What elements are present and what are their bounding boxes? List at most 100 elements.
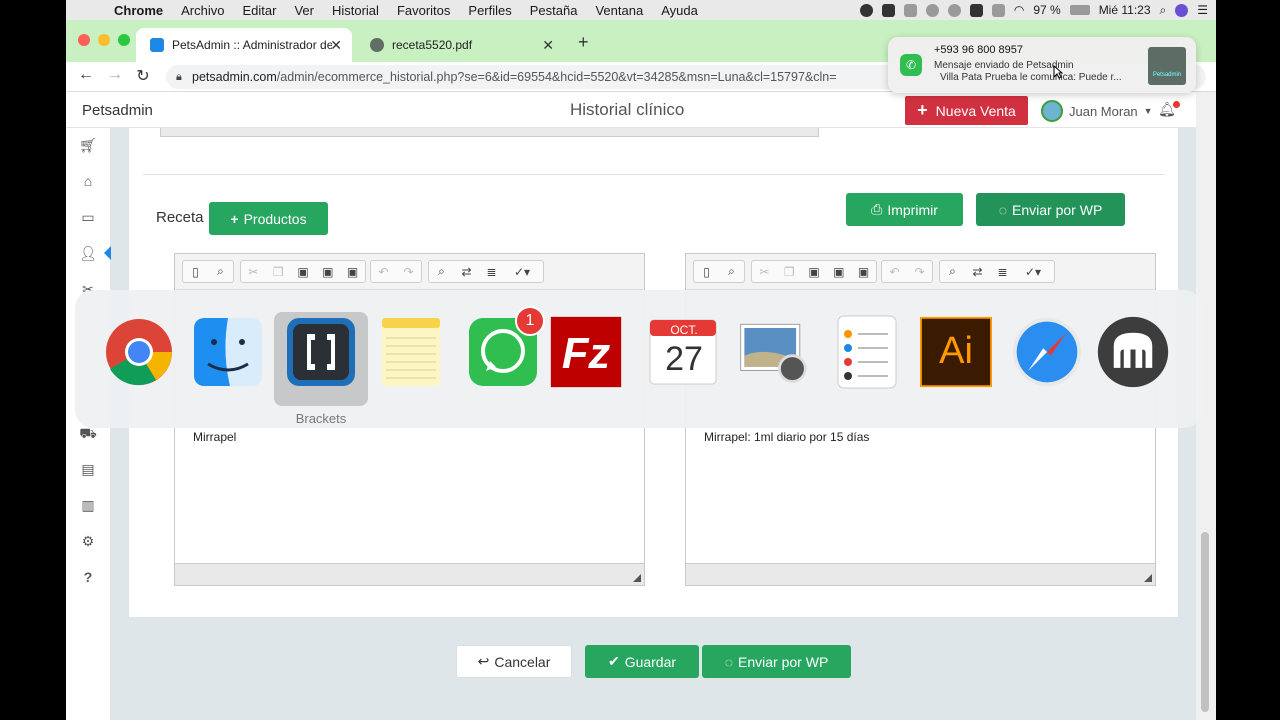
airplay-icon[interactable]	[991, 3, 1005, 17]
reload-icon[interactable]: ↻	[132, 66, 154, 86]
macos-dock: Brackets 1 Fz OCT. 27 Ai	[75, 290, 1202, 428]
zoom-window-button[interactable]	[118, 34, 130, 46]
preview-icon[interactable]: ⌕	[719, 264, 744, 279]
new-doc-icon[interactable]: ▯	[183, 265, 208, 279]
select-all-icon[interactable]: ≣	[990, 265, 1015, 279]
replace-icon[interactable]: ⇄	[454, 265, 479, 279]
dock-safari[interactable]	[1011, 316, 1083, 388]
siri-icon[interactable]	[1175, 3, 1189, 17]
dock-brackets[interactable]	[285, 316, 357, 388]
sync-icon[interactable]	[925, 3, 939, 17]
redo-icon[interactable]: ↷	[396, 265, 421, 279]
print-icon: ⎙	[871, 201, 883, 217]
undo-icon[interactable]: ↶	[882, 265, 907, 279]
spellcheck-icon[interactable]: ✓▾	[1015, 265, 1051, 279]
gear-icon[interactable]: ⚙	[79, 532, 97, 550]
nueva-venta-button[interactable]: + Nueva Venta	[905, 96, 1028, 125]
close-tab-icon[interactable]: ✕	[330, 37, 342, 54]
cancelar-button[interactable]: ↩ Cancelar	[456, 645, 572, 678]
window-icon[interactable]	[903, 3, 917, 17]
replace-icon[interactable]: ⇄	[965, 265, 990, 279]
users-icon[interactable]: 👤︎	[79, 244, 97, 262]
cart-icon[interactable]: 🛒︎	[79, 136, 97, 154]
onedrive-icon[interactable]	[947, 3, 961, 17]
menu-ayuda[interactable]: Ayuda	[661, 3, 698, 18]
bell-icon[interactable]: 🔔︎	[1158, 101, 1180, 118]
spotlight-icon[interactable]: ⌕	[1160, 3, 1167, 18]
record-icon[interactable]	[859, 3, 873, 17]
menu-ventana[interactable]: Ventana	[595, 3, 643, 18]
close-window-button[interactable]	[78, 34, 90, 46]
book-icon[interactable]: ▤	[79, 460, 97, 478]
menu-perfiles[interactable]: Perfiles	[468, 3, 511, 18]
cut-icon[interactable]: ✂	[752, 265, 777, 279]
dock-reminders[interactable]	[830, 315, 902, 389]
dock-finder[interactable]	[192, 316, 264, 388]
menu-archivo[interactable]: Archivo	[181, 3, 224, 18]
menu-pestana[interactable]: Pestaña	[530, 3, 578, 18]
wifi-icon[interactable]: ◠	[1014, 3, 1024, 17]
copy-icon[interactable]: ❐	[777, 265, 802, 279]
resize-grip-icon[interactable]	[1144, 574, 1152, 582]
store-icon[interactable]: ⌂	[79, 172, 97, 190]
menu-favoritos[interactable]: Favoritos	[397, 3, 450, 18]
dock-preview[interactable]	[737, 316, 809, 388]
scrollbar-thumb[interactable]	[1201, 532, 1209, 712]
dock-chrome[interactable]	[103, 316, 175, 388]
menu-ver[interactable]: Ver	[294, 3, 314, 18]
dock-calendar[interactable]: OCT. 27	[648, 316, 720, 388]
dock-filezilla[interactable]: Fz	[550, 316, 622, 388]
clock[interactable]: Mié 11:23	[1099, 3, 1151, 17]
dock-sequel-pro[interactable]	[1097, 316, 1169, 388]
notification-sender: +593 96 800 8957	[934, 44, 1024, 56]
whatsapp-notification[interactable]: ✆ +593 96 800 8957 Mensaje enviado de Pe…	[888, 37, 1196, 93]
user-name: Juan Moran	[1069, 103, 1138, 119]
money-icon[interactable]: ▭	[79, 208, 97, 226]
guardar-button[interactable]: ✔ Guardar	[585, 645, 699, 678]
add-productos-button[interactable]: + Productos	[209, 202, 328, 235]
enviar-wp-top-button[interactable]: ◌ Enviar por WP	[976, 193, 1125, 226]
resize-grip-icon[interactable]	[633, 574, 641, 582]
cut-icon[interactable]: ✂	[241, 265, 266, 279]
menu-editar[interactable]: Editar	[242, 3, 276, 18]
paste-word-icon[interactable]: ▣	[340, 265, 365, 279]
paste-text-icon[interactable]: ▣	[826, 265, 851, 279]
dock-illustrator[interactable]: Ai	[920, 316, 992, 388]
control-center-icon[interactable]: ☰	[1197, 3, 1208, 17]
dock-notes[interactable]	[375, 316, 447, 388]
paste-text-icon[interactable]: ▣	[315, 265, 340, 279]
back-icon[interactable]: ←	[75, 66, 97, 84]
forward-icon[interactable]: →	[104, 66, 126, 84]
select-all-icon[interactable]: ≣	[479, 265, 504, 279]
menu-historial[interactable]: Historial	[332, 3, 379, 18]
spellcheck-icon[interactable]: ✓▾	[504, 265, 540, 279]
minimize-window-button[interactable]	[98, 34, 110, 46]
imprimir-button[interactable]: ⎙ Imprimir	[846, 193, 963, 226]
paste-icon[interactable]: ▣	[802, 265, 827, 279]
find-icon[interactable]: ⌕	[940, 264, 965, 279]
menu-app-name[interactable]: Chrome	[114, 3, 163, 18]
drive-icon[interactable]	[881, 3, 895, 17]
enviar-wp-bottom-button[interactable]: ◌ Enviar por WP	[702, 645, 851, 678]
chart-icon[interactable]: ▥	[79, 496, 97, 514]
help-icon[interactable]: ?	[79, 568, 97, 586]
tab-receta-pdf[interactable]: receta5520.pdf ✕	[356, 28, 564, 62]
brackets-icon	[287, 318, 355, 386]
whatsapp-tray-icon[interactable]	[969, 3, 983, 17]
preview-icon[interactable]: ⌕	[208, 264, 233, 279]
petsadmin-logo[interactable]: Petsadmin	[82, 102, 153, 119]
paste-word-icon[interactable]: ▣	[851, 265, 876, 279]
user-menu[interactable]: Juan Moran ▼	[1041, 100, 1153, 122]
undo-icon[interactable]: ↶	[371, 265, 396, 279]
new-doc-icon[interactable]: ▯	[694, 265, 719, 279]
dock-whatsapp[interactable]: 1	[467, 306, 545, 388]
paste-icon[interactable]: ▣	[291, 265, 316, 279]
notification-thumbnail: Petsadmin	[1148, 47, 1186, 85]
new-tab-button[interactable]: +	[578, 32, 589, 53]
copy-icon[interactable]: ❐	[266, 265, 291, 279]
redo-icon[interactable]: ↷	[907, 265, 932, 279]
tab-petsadmin[interactable]: PetsAdmin :: Administrador de ✕	[136, 28, 352, 62]
close-tab-icon[interactable]: ✕	[542, 37, 554, 54]
find-icon[interactable]: ⌕	[429, 264, 454, 279]
battery-icon[interactable]	[1069, 5, 1090, 15]
